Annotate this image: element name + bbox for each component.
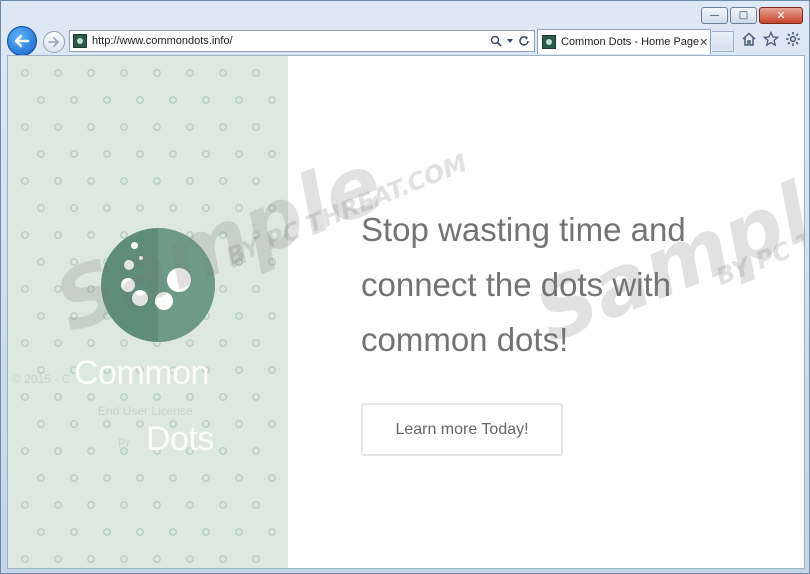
- toolbar-icons: [741, 31, 801, 47]
- minimize-icon: —: [709, 9, 720, 21]
- dropdown-icon[interactable]: [506, 37, 514, 45]
- address-bar-actions: [490, 35, 534, 47]
- tab-title: Common Dots - Home Page: [561, 36, 700, 48]
- back-button[interactable]: [7, 26, 37, 56]
- back-arrow-icon: [14, 34, 30, 48]
- common-dots-logo: [101, 228, 215, 342]
- maximize-icon: □: [738, 9, 749, 21]
- maximize-button[interactable]: □: [730, 7, 757, 24]
- tab-common-dots[interactable]: Common Dots - Home Page ✕: [537, 29, 711, 54]
- close-icon: ✕: [776, 9, 786, 22]
- browser-window: — □ ✕ http://www.commondots.info/ Common…: [0, 0, 810, 574]
- tab-favicon-icon: [542, 35, 556, 49]
- learn-more-button[interactable]: Learn more Today!: [361, 403, 563, 456]
- settings-icon[interactable]: [785, 31, 801, 47]
- copyright-text: © 2015 - C: [12, 372, 71, 386]
- address-bar[interactable]: http://www.commondots.info/: [69, 30, 535, 52]
- navigation-bar: http://www.commondots.info/ Common Dots …: [7, 26, 803, 56]
- new-tab-button[interactable]: [712, 31, 734, 52]
- privacy-link[interactable]: Pr: [118, 436, 130, 450]
- refresh-icon[interactable]: [518, 35, 530, 47]
- forward-button[interactable]: [43, 31, 65, 53]
- favorites-icon[interactable]: [763, 31, 779, 47]
- site-favicon-icon: [73, 34, 87, 48]
- eula-link[interactable]: End User License: [98, 404, 193, 418]
- search-icon[interactable]: [490, 35, 502, 47]
- hero-headline: Stop wasting time and connect the dots w…: [361, 211, 686, 358]
- home-icon[interactable]: [741, 31, 757, 47]
- brand-name-line2: Dots: [146, 420, 214, 458]
- sidebar-panel: © 2015 - C End User License Pr Common Do…: [8, 56, 288, 568]
- address-url[interactable]: http://www.commondots.info/: [92, 35, 490, 47]
- main-content: Stop wasting time and connect the dots w…: [288, 56, 804, 568]
- minimize-button[interactable]: —: [701, 7, 728, 24]
- window-controls: — □ ✕: [701, 7, 803, 24]
- brand-name-line1: Common: [74, 354, 209, 392]
- page-viewport: © 2015 - C End User License Pr Common Do…: [7, 55, 805, 569]
- close-window-button[interactable]: ✕: [759, 7, 803, 24]
- forward-arrow-icon: [48, 37, 59, 47]
